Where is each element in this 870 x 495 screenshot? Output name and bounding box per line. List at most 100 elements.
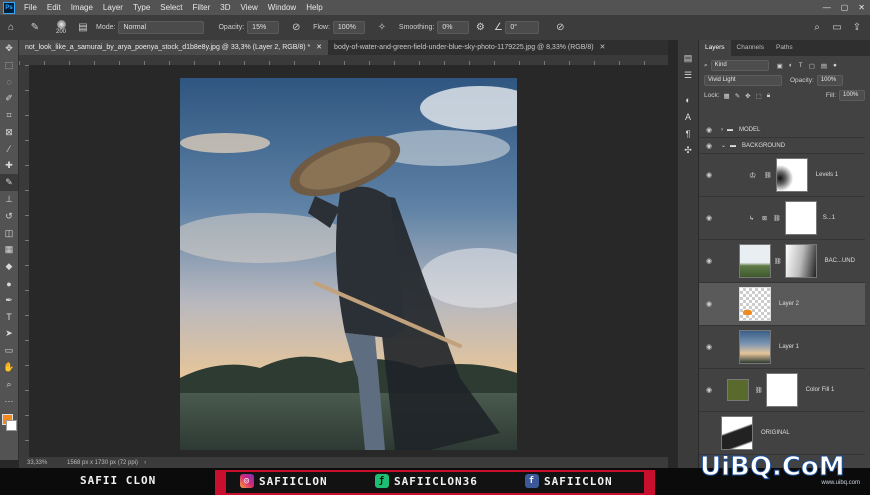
- background-color-swatch[interactable]: [6, 419, 17, 431]
- frame-tool-icon[interactable]: ⊠: [0, 124, 18, 141]
- filter-pixel-icon[interactable]: ▣: [777, 62, 783, 70]
- layer-group-model[interactable]: ◉ › ▬ MODEL: [699, 122, 865, 138]
- type-tool-icon[interactable]: T: [0, 309, 18, 326]
- visibility-eye-icon[interactable]: ◉: [699, 257, 719, 265]
- quick-select-tool-icon[interactable]: ✐: [0, 90, 18, 107]
- lock-transparency-icon[interactable]: ▦: [724, 92, 730, 100]
- lasso-tool-icon[interactable]: ◌: [0, 74, 18, 91]
- brush-tool-icon[interactable]: ✎: [0, 174, 18, 192]
- filter-type-icon[interactable]: T: [799, 62, 803, 69]
- hand-tool-icon[interactable]: ✋: [0, 359, 18, 376]
- layer-background-image[interactable]: ◉ ⛓ BAC...UND: [699, 240, 865, 283]
- brush-tool-icon[interactable]: ✎: [28, 21, 42, 35]
- smoothing-options-gear-icon[interactable]: ⚙: [473, 21, 487, 35]
- visibility-eye-icon[interactable]: ◉: [699, 300, 719, 308]
- history-brush-tool-icon[interactable]: ↺: [0, 208, 18, 225]
- document-image[interactable]: [180, 78, 517, 450]
- visibility-hidden-slot[interactable]: ·: [699, 430, 719, 437]
- menu-3d[interactable]: 3D: [215, 3, 235, 12]
- expand-chevron-icon[interactable]: ›: [721, 127, 723, 133]
- angle-field[interactable]: 0°: [505, 21, 540, 34]
- filter-toggle-icon[interactable]: ●: [833, 62, 837, 69]
- visibility-eye-icon[interactable]: ◉: [699, 142, 719, 150]
- menu-image[interactable]: Image: [66, 3, 98, 12]
- lock-all-icon[interactable]: 🔒︎: [767, 92, 770, 100]
- lock-artboard-icon[interactable]: ⬚: [756, 92, 762, 100]
- color-swatches[interactable]: [0, 410, 18, 436]
- minimize-button[interactable]: —: [818, 3, 836, 12]
- menu-filter[interactable]: Filter: [188, 3, 216, 12]
- menu-layer[interactable]: Layer: [98, 3, 128, 12]
- tab-layers[interactable]: Layers: [699, 40, 731, 56]
- close-tab-icon[interactable]: ✕: [600, 44, 606, 51]
- visibility-eye-icon[interactable]: ◉: [699, 343, 719, 351]
- lock-pixels-icon[interactable]: ✎: [735, 92, 740, 100]
- visibility-eye-icon[interactable]: ◉: [699, 386, 719, 394]
- pressure-size-icon[interactable]: ⊘: [553, 21, 567, 35]
- filter-smart-object-icon[interactable]: ▤: [821, 62, 827, 70]
- status-menu-icon[interactable]: ›: [144, 460, 146, 466]
- close-tab-icon[interactable]: ✕: [316, 44, 322, 51]
- airbrush-icon[interactable]: ✧: [375, 21, 389, 35]
- menu-view[interactable]: View: [236, 3, 263, 12]
- menu-help[interactable]: Help: [301, 3, 327, 12]
- zoom-tool-icon[interactable]: ⌕: [0, 376, 18, 393]
- maximize-button[interactable]: ▢: [836, 3, 854, 12]
- layer-color-fill-1[interactable]: ◉ ⛓ Color Fill 1: [699, 369, 865, 412]
- layer-original[interactable]: · ORIGINAL: [699, 412, 865, 455]
- pressure-opacity-icon[interactable]: ⊘: [289, 21, 303, 35]
- menu-window[interactable]: Window: [263, 3, 301, 12]
- blur-tool-icon[interactable]: ◆: [0, 258, 18, 275]
- move-tool-icon[interactable]: ✥: [0, 40, 18, 57]
- menu-type[interactable]: Type: [128, 3, 155, 12]
- collapse-chevron-icon[interactable]: ⌄: [721, 142, 726, 149]
- glyphs-panel-icon[interactable]: ✣: [678, 142, 698, 159]
- lock-position-icon[interactable]: ✥: [745, 92, 750, 100]
- dodge-tool-icon[interactable]: ●: [0, 275, 18, 292]
- character-panel-icon[interactable]: A: [678, 108, 698, 125]
- marquee-tool-icon[interactable]: ⬚: [0, 57, 18, 74]
- smoothing-field[interactable]: 0%: [437, 21, 470, 34]
- menu-file[interactable]: File: [19, 3, 42, 12]
- filter-shape-icon[interactable]: ▢: [809, 62, 815, 70]
- tab-channels[interactable]: Channels: [731, 40, 770, 56]
- visibility-eye-icon[interactable]: ◉: [699, 171, 719, 179]
- brush-settings-icon[interactable]: ▤: [76, 21, 90, 35]
- layer-levels-1[interactable]: ◉ ♔ ⛓ Levels 1: [699, 154, 865, 197]
- adjustments-panel-icon[interactable]: ◐: [678, 92, 698, 109]
- share-icon[interactable]: ⇪: [850, 21, 864, 35]
- visibility-eye-icon[interactable]: ◉: [699, 214, 719, 222]
- eyedropper-tool-icon[interactable]: ⁄: [0, 141, 18, 158]
- healing-brush-tool-icon[interactable]: ✚: [0, 158, 18, 175]
- visibility-eye-icon[interactable]: ◉: [699, 126, 719, 134]
- zoom-level[interactable]: 33,33%: [27, 460, 57, 466]
- brush-preset-picker[interactable]: 200: [56, 20, 66, 35]
- crop-tool-icon[interactable]: ⌗: [0, 107, 18, 124]
- layer-s1[interactable]: ◉ ↳ ⊠ ⛓ S...1: [699, 197, 865, 240]
- blend-mode-select[interactable]: Vivid Light: [704, 75, 782, 86]
- rectangle-tool-icon[interactable]: ▭: [0, 342, 18, 359]
- workspace-icon[interactable]: ▭: [830, 21, 844, 35]
- tab-paths[interactable]: Paths: [770, 40, 799, 56]
- menu-edit[interactable]: Edit: [42, 3, 66, 12]
- tab-samurai-document[interactable]: not_look_like_a_samurai_by_arya_poenya_s…: [19, 40, 329, 55]
- clone-stamp-tool-icon[interactable]: ⊥: [0, 191, 18, 208]
- flow-field[interactable]: 100%: [332, 21, 365, 34]
- layer-2[interactable]: ◉ Layer 2: [699, 283, 865, 326]
- pen-tool-icon[interactable]: ✒: [0, 292, 18, 309]
- layer-group-background[interactable]: ◉ ⌄ ▬ BACKGROUND: [699, 138, 865, 154]
- mode-select[interactable]: Normal: [118, 21, 205, 34]
- close-window-button[interactable]: ✕: [853, 3, 870, 12]
- more-tools-icon[interactable]: ···: [0, 393, 18, 410]
- search-icon[interactable]: ⌕: [810, 21, 824, 35]
- path-selection-tool-icon[interactable]: ➤: [0, 326, 18, 343]
- tab-field-document[interactable]: body-of-water-and-green-field-under-blue…: [328, 40, 611, 55]
- layer-1[interactable]: ◉ Layer 1: [699, 326, 865, 369]
- history-panel-icon[interactable]: ▤: [678, 50, 698, 67]
- fill-field[interactable]: 100%: [839, 90, 865, 101]
- layer-opacity-field[interactable]: 100%: [816, 75, 843, 86]
- eraser-tool-icon[interactable]: ◫: [0, 225, 18, 242]
- paragraph-panel-icon[interactable]: ¶: [678, 125, 698, 142]
- menu-select[interactable]: Select: [155, 3, 187, 12]
- kind-filter-select[interactable]: Kind: [710, 60, 769, 71]
